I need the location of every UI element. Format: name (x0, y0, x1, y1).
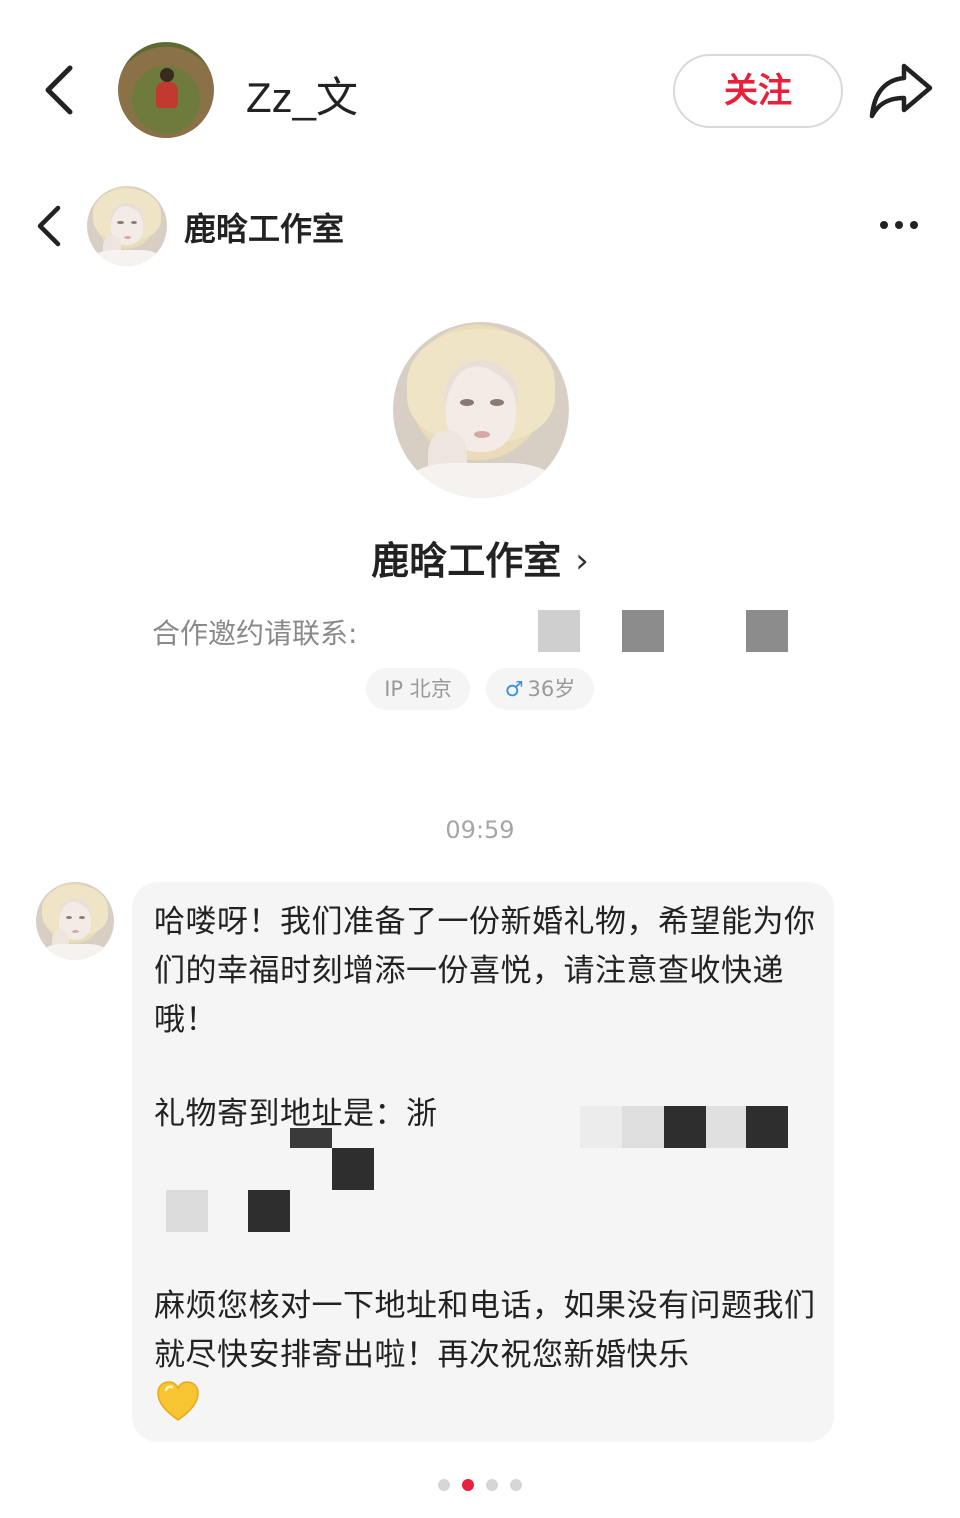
address-label: 礼物寄到地址是： (154, 1096, 406, 1132)
chevron-right-icon: › (575, 541, 589, 581)
more-icon[interactable] (878, 218, 920, 232)
pagination-dot[interactable] (510, 1479, 522, 1491)
chat-back-icon[interactable] (34, 204, 66, 248)
profile-name: 鹿晗工作室 (371, 539, 562, 583)
address-partial: 浙 (406, 1096, 438, 1132)
message-paragraph-greeting: 哈喽呀！我们准备了一份新婚礼物，希望能为你们的幸福时刻增添一份喜悦，请注意查收快… (154, 904, 816, 1038)
pagination-dot[interactable] (438, 1479, 450, 1491)
yellow-heart-icon (157, 1381, 199, 1421)
contact-label: 合作邀约请联系: (152, 617, 358, 650)
follow-button[interactable]: 关注 (673, 54, 843, 128)
user-name[interactable]: Zz_文 (246, 64, 358, 125)
user-avatar[interactable] (118, 42, 214, 138)
pagination-dot[interactable] (486, 1479, 498, 1491)
ip-location-tag: IP 北京 (366, 668, 470, 710)
male-gender-icon: ♂ (504, 677, 524, 701)
message-paragraph-confirm: 麻烦您核对一下地址和电话，如果没有问题我们就尽快安排寄出啦！再次祝您新婚快乐 (154, 1288, 816, 1373)
back-icon[interactable] (40, 62, 80, 118)
image-pagination (0, 1479, 960, 1491)
studio-avatar-small[interactable] (87, 186, 167, 266)
age-value: 36岁 (527, 677, 576, 701)
profile-name-link[interactable]: 鹿晗工作室 › (0, 530, 960, 585)
studio-avatar-large[interactable] (393, 322, 569, 498)
message-sender-avatar[interactable] (36, 882, 114, 960)
message-timestamp: 09:59 (445, 816, 515, 844)
pagination-dot[interactable] (462, 1479, 474, 1491)
age-tag: ♂ 36岁 (486, 668, 594, 710)
chat-title: 鹿晗工作室 (184, 210, 345, 248)
share-icon[interactable] (868, 60, 934, 120)
